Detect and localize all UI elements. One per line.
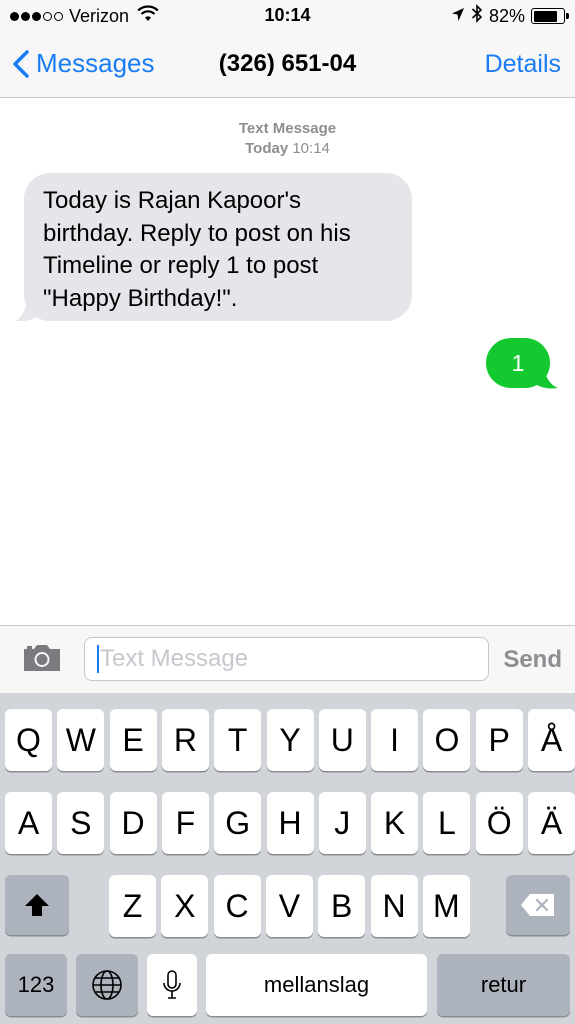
battery-level — [533, 10, 558, 22]
key-q[interactable]: Q — [5, 709, 52, 771]
back-button-label: Messages — [36, 48, 155, 78]
keyboard: 123 mellanslag retur QWERTYUIOPÅ ASDFGHJK… — [0, 693, 575, 1024]
key-k[interactable]: K — [371, 792, 419, 854]
key-t[interactable]: T — [214, 709, 262, 771]
incoming-message-bubble[interactable]: Today is Rajan Kapoor's birthday. Reply … — [24, 173, 412, 321]
key-u[interactable]: U — [318, 709, 366, 771]
return-key[interactable]: retur — [437, 954, 570, 1016]
timestamp-time: 10:14 — [292, 140, 330, 157]
status-bar: Verizon 10:14 82% — [0, 0, 575, 32]
key-c[interactable]: C — [213, 875, 261, 937]
outgoing-message-bubble[interactable]: 1 — [486, 338, 550, 388]
key-å[interactable]: Å — [528, 709, 575, 771]
key-i[interactable]: I — [371, 709, 419, 771]
navigation-bar: Messages (326) 651-04 Details — [0, 32, 575, 98]
message-line: "Happy Birthday!". — [43, 284, 238, 312]
key-y[interactable]: Y — [266, 709, 314, 771]
key-r[interactable]: R — [161, 709, 209, 771]
send-button[interactable]: Send — [503, 646, 562, 674]
shift-key[interactable] — [5, 875, 69, 935]
message-line: Timeline or reply 1 to post — [43, 252, 319, 279]
key-s[interactable]: S — [57, 792, 105, 854]
key-g[interactable]: G — [214, 792, 262, 854]
location-arrow-icon — [451, 6, 465, 27]
battery-icon — [531, 8, 569, 24]
key-h[interactable]: H — [266, 792, 314, 854]
delete-key[interactable] — [506, 875, 570, 935]
message-line: birthday. Reply to post on his — [43, 219, 351, 247]
timestamp-label: Text Message — [238, 120, 337, 137]
globe-key[interactable] — [76, 954, 138, 1016]
message-input-bar: Text Message Send — [0, 625, 575, 693]
key-n[interactable]: N — [370, 875, 418, 937]
shift-arrow-icon — [25, 894, 49, 916]
key-v[interactable]: V — [265, 875, 313, 937]
message-line: Today is Rajan Kapoor's — [43, 187, 302, 214]
message-text-field[interactable]: Text Message — [84, 637, 489, 681]
status-right: 82% — [451, 4, 569, 28]
camera-icon — [24, 645, 60, 671]
bluetooth-icon — [471, 4, 483, 28]
key-a[interactable]: A — [5, 792, 52, 854]
microphone-icon — [163, 970, 181, 999]
chevron-left-icon — [13, 49, 29, 78]
backspace-icon — [521, 894, 554, 916]
key-d[interactable]: D — [109, 792, 157, 854]
space-key[interactable]: mellanslag — [206, 954, 427, 1016]
text-cursor — [97, 645, 99, 673]
timestamp-day: Today — [245, 140, 289, 157]
battery-nub — [566, 13, 569, 19]
details-button[interactable]: Details — [485, 50, 561, 79]
key-j[interactable]: J — [318, 792, 366, 854]
key-l[interactable]: L — [423, 792, 471, 854]
text-field-placeholder: Text Message — [100, 645, 249, 672]
key-z[interactable]: Z — [109, 875, 156, 937]
key-e[interactable]: E — [109, 709, 157, 771]
battery-percent: 82% — [488, 5, 525, 26]
dictation-key[interactable] — [147, 954, 197, 1016]
globe-icon — [92, 970, 122, 1000]
key-w[interactable]: W — [57, 709, 105, 771]
key-x[interactable]: X — [161, 875, 209, 937]
key-f[interactable]: F — [161, 792, 209, 854]
key-o[interactable]: O — [423, 709, 471, 771]
key-b[interactable]: B — [318, 875, 366, 937]
conversation-timestamp: Text Message Today 10:14 — [0, 119, 575, 159]
key-ö[interactable]: Ö — [475, 792, 523, 854]
key-p[interactable]: P — [475, 709, 523, 771]
key-ä[interactable]: Ä — [528, 792, 575, 854]
back-button[interactable]: Messages — [12, 48, 155, 79]
camera-button[interactable] — [22, 643, 62, 678]
key-m[interactable]: M — [422, 875, 470, 937]
numbers-key[interactable]: 123 — [5, 954, 67, 1016]
